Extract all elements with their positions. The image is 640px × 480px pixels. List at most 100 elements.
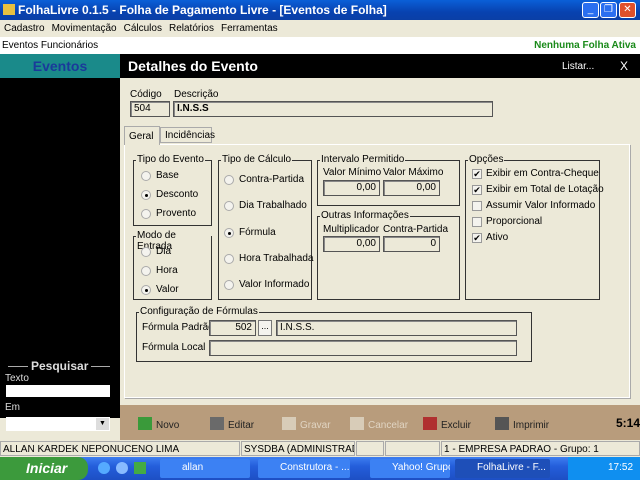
- valor-minimo-input[interactable]: 0,00: [323, 180, 380, 196]
- opcao-checkbox[interactable]: ✔: [472, 233, 482, 243]
- menu-bar: Cadastro Movimentação Cálculos Relatórios Fe…: [0, 20, 640, 37]
- opcao-checkbox[interactable]: ✔: [472, 169, 482, 179]
- multiplicador-input[interactable]: 0,00: [323, 236, 380, 252]
- status-empresa: 1 - EMPRESA PADRAO - Grupo: 1: [441, 441, 640, 456]
- tipo-evento-option-label[interactable]: Base: [156, 170, 179, 181]
- tab-geral[interactable]: Geral: [124, 126, 160, 145]
- task-construtora[interactable]: Construtora - ...: [258, 459, 350, 478]
- opcao-checkbox[interactable]: ✔: [472, 185, 482, 195]
- browse-formula-button[interactable]: ...: [258, 320, 272, 336]
- excluir-button[interactable]: Excluir: [423, 417, 471, 431]
- start-button[interactable]: Iniciar: [0, 457, 88, 480]
- cancel-icon: [350, 417, 364, 430]
- link-eventos[interactable]: Eventos: [2, 40, 38, 51]
- new-icon: [138, 417, 152, 430]
- tipo-calculo-radio[interactable]: [224, 254, 234, 264]
- modo-entrada-radio[interactable]: [141, 266, 151, 276]
- formula-padrao-code[interactable]: 502: [209, 320, 256, 336]
- imprimir-button[interactable]: Imprimir: [495, 417, 549, 431]
- tipo-calculo-radio[interactable]: [224, 228, 234, 238]
- app-quicklaunch-icon[interactable]: [134, 462, 146, 474]
- tipo-evento-option-label[interactable]: Provento: [156, 208, 196, 219]
- search-field-select[interactable]: ▼: [6, 417, 110, 431]
- em-label: Em: [5, 402, 20, 413]
- action-toolbar: Novo Editar Gravar Cancelar Excluir Impr…: [120, 405, 640, 440]
- opcao-checkbox[interactable]: [472, 201, 482, 211]
- status-user: ALLAN KARDEK NEPONUCENO LIMA: [0, 441, 240, 456]
- maximize-button[interactable]: ❐: [600, 2, 617, 18]
- menu-calculos[interactable]: Cálculos: [124, 23, 162, 34]
- tab-incidencias[interactable]: Incidências: [160, 127, 215, 143]
- tipo-calculo-option-label[interactable]: Valor Informado: [239, 279, 309, 290]
- tipo-calculo-radio[interactable]: [224, 201, 234, 211]
- valor-minimo-label: Valor Mínimo: [323, 167, 382, 178]
- tipo-evento-radio[interactable]: [141, 209, 151, 219]
- tipo-calculo-option-label[interactable]: Fórmula: [239, 227, 276, 238]
- valor-maximo-input[interactable]: 0,00: [383, 180, 440, 196]
- menu-relatorios[interactable]: Relatórios: [169, 23, 214, 34]
- formula-local-label: Fórmula Local: [142, 342, 206, 353]
- modo-entrada-radio[interactable]: [141, 247, 151, 257]
- app-icon: [3, 4, 15, 15]
- texto-label: Texto: [5, 373, 29, 384]
- opcoes-group: Opções: [465, 154, 600, 300]
- opcao-label[interactable]: Exibir em Contra-Cheque: [486, 168, 599, 179]
- tipo-calculo-option-label[interactable]: Contra-Partida: [239, 174, 304, 185]
- descricao-label: Descrição: [174, 89, 219, 100]
- search-text-input[interactable]: [6, 385, 110, 397]
- opcao-label[interactable]: Ativo: [486, 232, 508, 243]
- modo-entrada-option-label[interactable]: Hora: [156, 265, 178, 276]
- tipo-calculo-radio[interactable]: [224, 280, 234, 290]
- tipo-evento-radio[interactable]: [141, 190, 151, 200]
- formula-local-input[interactable]: [209, 340, 517, 356]
- menu-movimentacao[interactable]: Movimentação: [52, 23, 117, 34]
- gravar-button[interactable]: Gravar: [282, 417, 331, 431]
- opcao-label[interactable]: Proporcional: [486, 216, 542, 227]
- valor-maximo-label: Valor Máximo: [383, 167, 444, 178]
- tipo-calculo-option-label[interactable]: Hora Trabalhada: [239, 253, 314, 264]
- details-header: Detalhes do Evento Listar... X: [120, 54, 640, 78]
- tipo-calculo-radio[interactable]: [224, 175, 234, 185]
- tipo-evento-radio[interactable]: [141, 171, 151, 181]
- modo-entrada-option-label[interactable]: Valor: [156, 284, 179, 295]
- window-title: FolhaLivre 0.1.5 - Folha de Pagamento Li…: [18, 3, 387, 17]
- minimize-button[interactable]: _: [582, 2, 599, 18]
- delete-icon: [423, 417, 437, 430]
- contra-partida-input[interactable]: 0: [383, 236, 440, 252]
- codigo-input[interactable]: 504: [130, 101, 170, 117]
- opcao-label[interactable]: Exibir em Total de Lotação: [486, 184, 604, 195]
- ie-icon[interactable]: [98, 462, 110, 474]
- descricao-input[interactable]: I.N.S.S: [173, 101, 493, 117]
- task-allan[interactable]: allan: [160, 459, 250, 478]
- menu-ferramentas[interactable]: Ferramentas: [221, 23, 278, 34]
- chevron-down-icon[interactable]: ▼: [96, 418, 109, 430]
- novo-button[interactable]: Novo: [138, 417, 179, 431]
- tipo-evento-option-label[interactable]: Desconto: [156, 189, 198, 200]
- search-title: Pesquisar: [28, 359, 92, 373]
- menu-cadastro[interactable]: Cadastro: [4, 23, 45, 34]
- modo-entrada-option-label[interactable]: Dia: [156, 246, 171, 257]
- list-button[interactable]: Listar...: [562, 61, 594, 72]
- module-bar: Eventos Funcionários Nenhuma Folha Ativa: [0, 37, 640, 54]
- multiplicador-label: Multiplicador: [323, 224, 380, 235]
- contra-partida-label: Contra-Partida: [383, 224, 449, 235]
- codigo-label: Código: [130, 89, 162, 100]
- print-icon: [495, 417, 509, 430]
- browser-icon[interactable]: [116, 462, 128, 474]
- task-yahoo[interactable]: Yahoo! Grupo...: [370, 459, 450, 478]
- task-folhalivre[interactable]: FolhaLivre - F...: [455, 459, 550, 478]
- close-window-button[interactable]: ✕: [619, 2, 636, 18]
- status-empty-1: [356, 441, 384, 456]
- opcao-checkbox[interactable]: [472, 217, 482, 227]
- cancelar-button[interactable]: Cancelar: [350, 417, 408, 431]
- opcao-label[interactable]: Assumir Valor Informado: [486, 200, 595, 211]
- link-funcionarios[interactable]: Funcionários: [41, 40, 98, 51]
- tipo-calculo-option-label[interactable]: Dia Trabalhado: [239, 200, 307, 211]
- modo-entrada-radio[interactable]: [141, 285, 151, 295]
- status-empty-2: [385, 441, 440, 456]
- editar-button[interactable]: Editar: [210, 417, 254, 431]
- title-bar: FolhaLivre 0.1.5 - Folha de Pagamento Li…: [0, 0, 640, 20]
- close-details-button[interactable]: X: [620, 59, 628, 73]
- formula-padrao-label: Fórmula Padrão: [142, 322, 214, 333]
- status-login: SYSDBA (ADMINISTRADOR): [241, 441, 355, 456]
